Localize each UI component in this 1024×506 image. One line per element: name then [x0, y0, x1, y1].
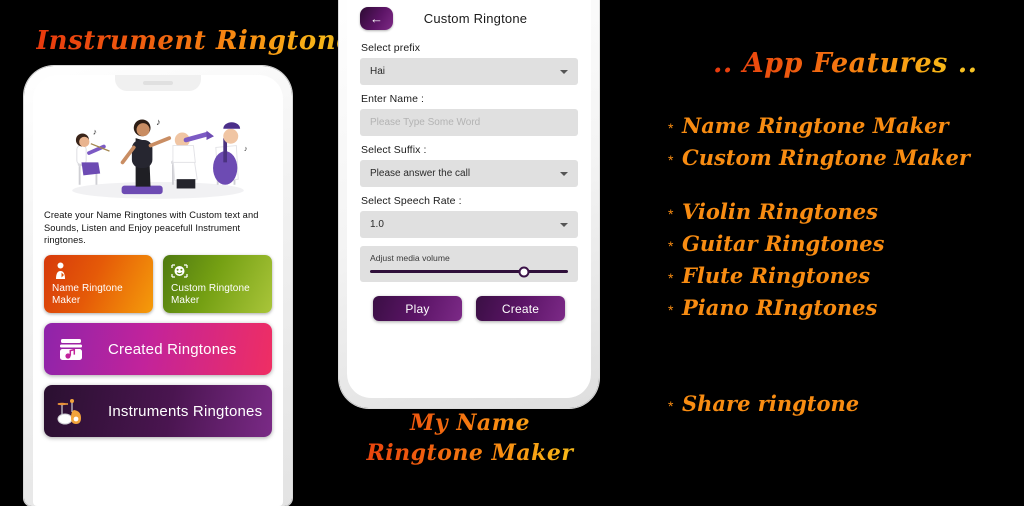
feature-label: Flute Ringtones	[682, 263, 871, 288]
feature-item: * Custom Ringtone Maker	[668, 144, 1018, 172]
feature-item: * Name Ringtone Maker	[668, 112, 1018, 140]
feature-item-share: * Share ringtone	[668, 390, 859, 418]
select-suffix[interactable]: Please answer the call	[360, 160, 578, 187]
tile-label: Custom Ringtone Maker	[171, 283, 250, 306]
chevron-down-icon	[560, 222, 568, 227]
svg-text:♪: ♪	[156, 117, 161, 127]
volume-control: Adjust media volume	[360, 246, 578, 282]
bullet-star-icon: *	[668, 206, 674, 222]
feature-label: Name Ringtone Maker	[682, 113, 949, 138]
poster-stage: Instrument Ringtones ♪ ♪ ♪ Create your N…	[0, 0, 1024, 506]
create-button[interactable]: Create	[476, 296, 565, 321]
tile-label: Instruments Ringtones	[108, 402, 263, 420]
earpiece-speaker	[143, 81, 173, 85]
play-button[interactable]: Play	[373, 296, 462, 321]
action-button-row: Play Create	[360, 296, 578, 321]
tile-custom-ringtone-maker[interactable]: Custom Ringtone Maker	[163, 255, 272, 313]
center-caption-line1: My Name	[339, 408, 601, 438]
features-list: * Name Ringtone Maker * Custom Ringtone …	[668, 112, 1018, 326]
tile-label: Name Ringtone Maker	[52, 283, 123, 306]
arrow-left-icon: ←	[370, 10, 383, 26]
orchestra-band-illustration: ♪ ♪ ♪	[33, 101, 283, 206]
feature-label: Piano RIngtones	[682, 295, 878, 320]
label-enter-name: Enter Name :	[361, 93, 425, 105]
page-title: Custom Ringtone	[423, 10, 528, 26]
tile-row-top: Name Ringtone Maker Custom Ringtone Make…	[44, 255, 272, 313]
left-phone-mockup: ♪ ♪ ♪ Create your Name Ringtones with Cu…	[24, 66, 292, 506]
label-select-prefix: Select prefix	[361, 42, 421, 54]
tile-label: Created Ringtones	[108, 340, 237, 358]
svg-text:♪: ♪	[244, 144, 248, 153]
center-phone-screen: ← Custom Ringtone Select prefix Hai Ente…	[347, 0, 591, 398]
bullet-star-icon: *	[668, 238, 674, 254]
features-title: .. App Features ..	[713, 48, 978, 79]
left-description: Create your Name Ringtones with Custom t…	[44, 210, 259, 246]
select-speech-rate-value: 1.0	[370, 219, 384, 230]
select-speech-rate[interactable]: 1.0	[360, 211, 578, 238]
center-caption-line2: Ringtone Maker	[339, 438, 601, 468]
tile-name-ringtone-maker[interactable]: Name Ringtone Maker	[44, 255, 153, 313]
drum-kit-icon	[56, 396, 86, 426]
feature-item: * Guitar Ringtones	[668, 230, 1018, 258]
music-box-icon	[56, 334, 86, 364]
bullet-star-icon: *	[668, 398, 674, 414]
select-prefix-value: Hai	[370, 66, 386, 77]
chevron-down-icon	[560, 69, 568, 74]
select-suffix-value: Please answer the call	[370, 168, 471, 179]
bullet-star-icon: *	[668, 302, 674, 318]
tile-created-ringtones[interactable]: Created Ringtones	[44, 323, 272, 375]
feature-item: * Flute Ringtones	[668, 262, 1018, 290]
bullet-star-icon: *	[668, 120, 674, 136]
volume-slider-thumb[interactable]	[518, 266, 530, 277]
select-prefix[interactable]: Hai	[360, 58, 578, 85]
bullet-star-icon: *	[668, 270, 674, 286]
name-input[interactable]: Please Type Some Word	[360, 109, 578, 136]
feature-label: Custom Ringtone Maker	[682, 145, 970, 170]
center-caption: My Name Ringtone Maker	[339, 408, 601, 468]
label-select-suffix: Select Suffix :	[361, 144, 427, 156]
feature-item: * Violin Ringtones	[668, 198, 1018, 226]
chevron-down-icon	[560, 171, 568, 176]
center-phone-mockup: ← Custom Ringtone Select prefix Hai Ente…	[339, 0, 599, 408]
feature-label: Guitar Ringtones	[682, 231, 885, 256]
back-button[interactable]: ←	[360, 6, 393, 30]
feature-label: Share ringtone	[682, 391, 860, 416]
app-bar: ← Custom Ringtone	[360, 4, 578, 32]
feature-item: * Piano RIngtones	[668, 294, 1018, 322]
svg-text:♪: ♪	[93, 126, 97, 136]
phone-notch	[115, 75, 201, 91]
face-smiley-icon	[171, 262, 188, 281]
bell-person-icon	[52, 262, 69, 281]
label-speech-rate: Select Speech Rate :	[361, 195, 462, 207]
volume-slider-track[interactable]	[370, 266, 568, 277]
volume-label: Adjust media volume	[370, 253, 450, 263]
left-headline: Instrument Ringtones	[36, 26, 369, 56]
left-phone-screen: ♪ ♪ ♪ Create your Name Ringtones with Cu…	[33, 75, 283, 506]
tile-instruments-ringtones[interactable]: Instruments Ringtones	[44, 385, 272, 437]
name-input-placeholder: Please Type Some Word	[370, 117, 481, 128]
feature-label: Violin Ringtones	[682, 199, 878, 224]
bullet-star-icon: *	[668, 152, 674, 168]
